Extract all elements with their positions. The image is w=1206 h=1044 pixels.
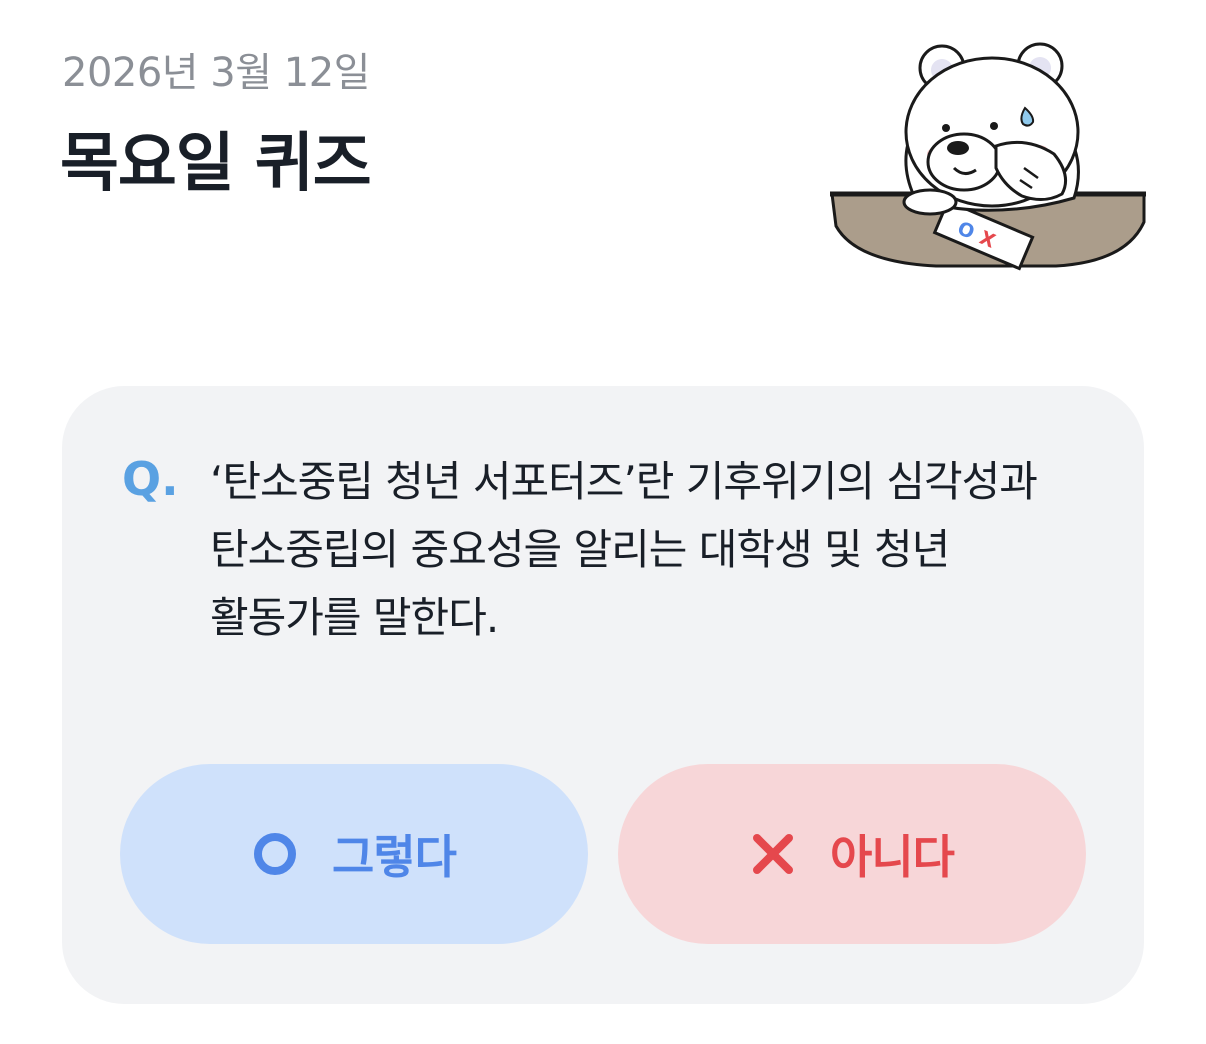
question-label: Q. [122, 452, 179, 506]
polar-bear-mascot-icon: O X [826, 36, 1150, 272]
answer-yes-button[interactable]: 그렇다 [120, 764, 588, 944]
quiz-date: 2026년 3월 12일 [62, 50, 370, 96]
question-text: ‘탄소중립 청년 서포터즈’란 기후위기의 심각성과 탄소중립의 중요성을 알리… [210, 457, 1038, 642]
answer-no-button[interactable]: 아니다 [618, 764, 1086, 944]
quiz-card: Q. ‘탄소중립 청년 서포터즈’란 기후위기의 심각성과 탄소중립의 중요성을… [62, 386, 1144, 1004]
page-title: 목요일 퀴즈 [60, 127, 372, 201]
answer-no-label: 아니다 [830, 830, 955, 884]
answer-yes-label: 그렇다 [332, 830, 457, 884]
x-icon [750, 831, 796, 877]
circle-o-icon [252, 831, 298, 877]
